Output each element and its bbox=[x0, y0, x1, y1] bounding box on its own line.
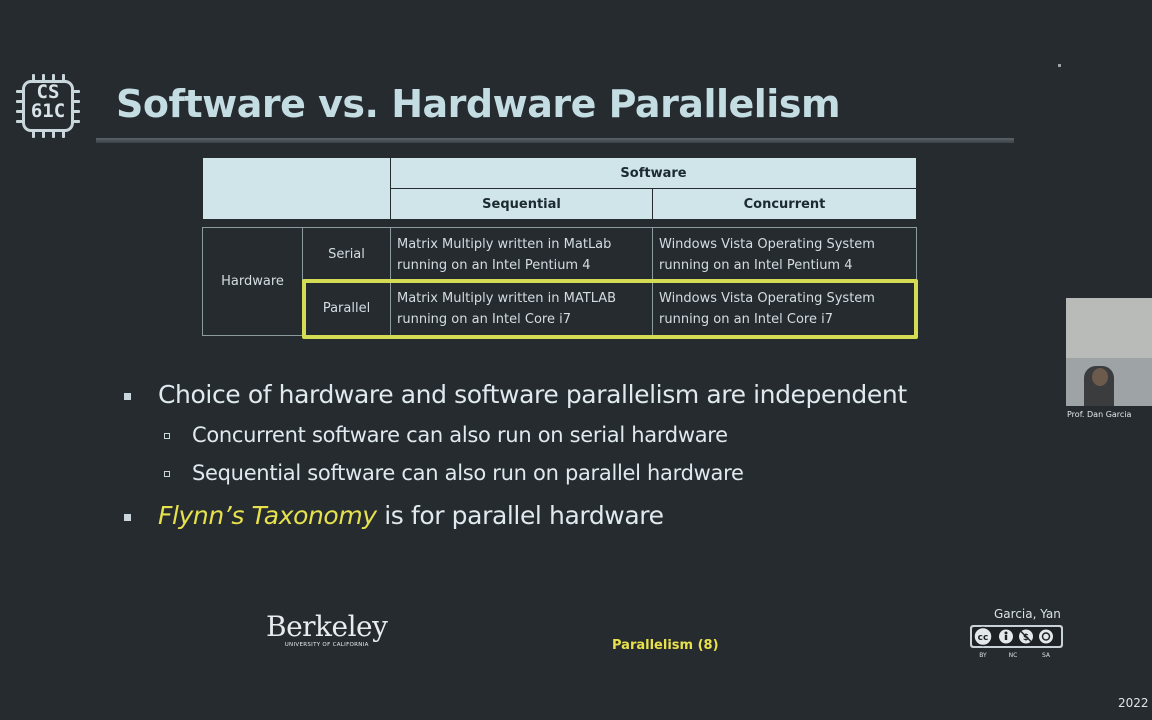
software-header: Software bbox=[390, 157, 917, 189]
flynn-rest: is for parallel hardware bbox=[376, 501, 664, 530]
footer-section-name: Parallelism bbox=[612, 638, 694, 653]
parallel-row-highlight bbox=[302, 279, 918, 339]
stray-dot bbox=[1058, 64, 1061, 67]
sub-bullet-square-icon bbox=[164, 471, 170, 477]
hardware-label: Hardware bbox=[202, 227, 303, 336]
sub-bullet-square-icon bbox=[164, 433, 170, 439]
serial-sequential-cell: Matrix Multiply written in MatLab runnin… bbox=[390, 227, 653, 282]
title-rule bbox=[96, 138, 1014, 143]
sequential-header: Sequential bbox=[390, 188, 653, 220]
webcam-background bbox=[1066, 298, 1152, 358]
webcam-label: Prof. Dan Garcia bbox=[1067, 410, 1132, 419]
bullet-square-icon bbox=[124, 393, 131, 400]
flynn-taxonomy-emphasis: Flynn’s Taxonomy bbox=[158, 501, 377, 530]
license-sa: SA bbox=[1042, 652, 1051, 659]
sub-bullet-sequential: Sequential software can also run on para… bbox=[192, 461, 744, 485]
sub-bullet-concurrent: Concurrent software can also run on seri… bbox=[192, 423, 728, 447]
year-watermark: 2022 bbox=[1118, 696, 1149, 710]
logo-text: CS 61C bbox=[22, 83, 74, 121]
bullet-flynn: Flynn’s Taxonomy is for parallel hardwar… bbox=[158, 501, 664, 530]
cell-line: Windows Vista Operating System bbox=[659, 236, 875, 252]
author-credit: Garcia, Yan bbox=[994, 607, 1061, 621]
presenter-webcam[interactable] bbox=[1066, 298, 1152, 406]
logo-line-2: 61C bbox=[30, 100, 66, 122]
cell-line: running on an Intel Pentium 4 bbox=[397, 257, 591, 273]
svg-text:cc: cc bbox=[978, 633, 989, 643]
presenter-head bbox=[1092, 368, 1108, 386]
footer-page-number: (8) bbox=[697, 638, 719, 653]
bullet-independence: Choice of hardware and software parallel… bbox=[158, 380, 907, 409]
license-nc: NC bbox=[1009, 652, 1018, 659]
creative-commons-license-icon: cc $ BY NC SA bbox=[970, 625, 1063, 659]
slide: CS 61C Software vs. Hardware Parallelism… bbox=[0, 0, 1152, 720]
license-by: BY bbox=[979, 652, 987, 659]
footer-section: Parallelism (8) bbox=[612, 638, 719, 653]
berkeley-logo: Berkeley UNIVERSITY OF CALIFORNIA bbox=[266, 610, 388, 649]
cs61c-logo: CS 61C bbox=[16, 74, 80, 138]
table-corner bbox=[202, 157, 391, 220]
bullet-square-icon bbox=[124, 514, 131, 521]
berkeley-wordmark: Berkeley bbox=[266, 610, 388, 643]
slide-title: Software vs. Hardware Parallelism bbox=[116, 82, 841, 126]
cell-line: Matrix Multiply written in MatLab bbox=[397, 236, 612, 252]
concurrent-header: Concurrent bbox=[652, 188, 917, 220]
cell-line: running on an Intel Pentium 4 bbox=[659, 257, 853, 273]
serial-concurrent-cell: Windows Vista Operating System running o… bbox=[652, 227, 917, 282]
serial-label: Serial bbox=[302, 227, 391, 282]
